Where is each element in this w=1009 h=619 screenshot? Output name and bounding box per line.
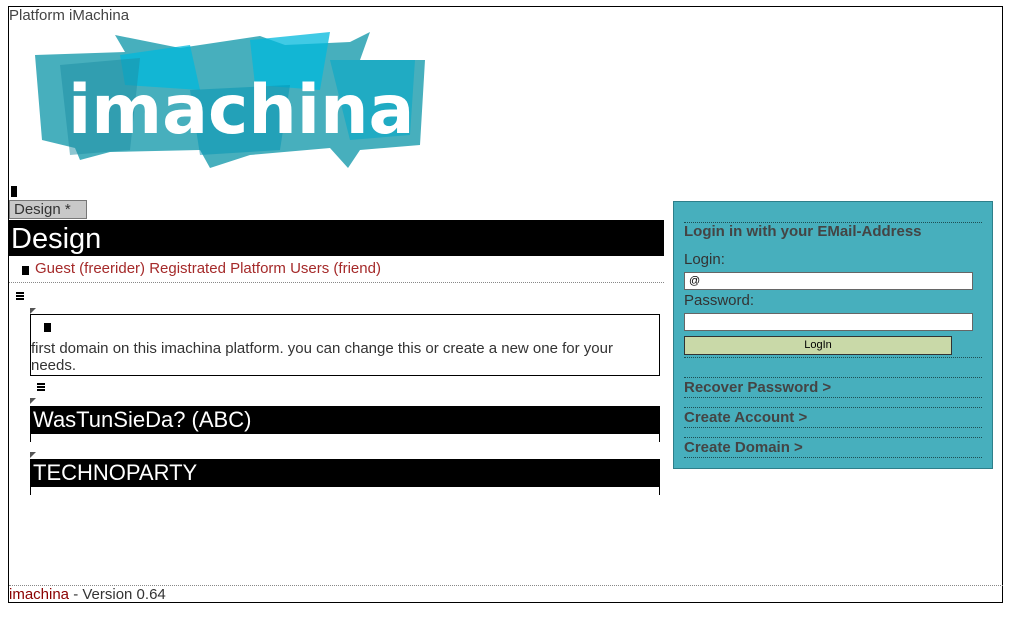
menu-icon[interactable]: [37, 383, 45, 391]
domain-description-box: first domain on this imachina platform. …: [30, 314, 660, 376]
lock-icon: [22, 266, 29, 275]
logo-text: imachina: [68, 71, 414, 150]
groups-line: Guest (freerider) Registrated Platform U…: [9, 259, 664, 283]
divider: [684, 377, 982, 378]
login-panel: Login in with your EMail-Address Login: …: [673, 201, 993, 469]
create-account-link[interactable]: Create Account >: [684, 409, 807, 426]
recover-password-link[interactable]: Recover Password >: [684, 379, 831, 396]
tab-design[interactable]: Design *: [9, 200, 87, 219]
footer-brand-link[interactable]: imachina: [9, 586, 69, 603]
footer: imachina - Version 0.64: [9, 587, 166, 603]
footer-version: - Version 0.64: [69, 586, 166, 603]
login-button[interactable]: LogIn: [684, 336, 952, 355]
domain-item-border: [30, 434, 660, 442]
page-icon: [11, 186, 17, 194]
login-label: Login:: [684, 251, 725, 268]
domain-item-technoparty[interactable]: TECHNOPARTY: [30, 459, 660, 487]
divider: [684, 397, 982, 398]
menu-icon[interactable]: [16, 292, 24, 300]
password-label: Password:: [684, 292, 755, 309]
corner-marker: [30, 398, 36, 404]
divider: [684, 357, 982, 358]
groups-link[interactable]: Guest (freerider) Registrated Platform U…: [35, 260, 381, 277]
imachina-logo[interactable]: imachina: [30, 30, 430, 170]
lock-icon: [44, 323, 51, 332]
divider: [684, 437, 982, 438]
create-domain-link[interactable]: Create Domain >: [684, 439, 803, 456]
password-input[interactable]: [684, 313, 973, 331]
site-title: Platform iMachina: [9, 7, 130, 24]
domain-item-wastunsieda[interactable]: WasTunSieDa? (ABC): [30, 406, 660, 434]
corner-marker: [30, 452, 36, 458]
page-title: Design: [9, 220, 664, 256]
page-icon-base: [11, 194, 17, 197]
login-email-input[interactable]: [684, 272, 973, 290]
divider: [684, 457, 982, 458]
domain-description: first domain on this imachina platform. …: [31, 340, 613, 374]
login-heading: Login in with your EMail-Address: [684, 223, 922, 240]
divider: [684, 407, 982, 408]
divider: [684, 427, 982, 428]
domain-item-border: [30, 487, 660, 495]
